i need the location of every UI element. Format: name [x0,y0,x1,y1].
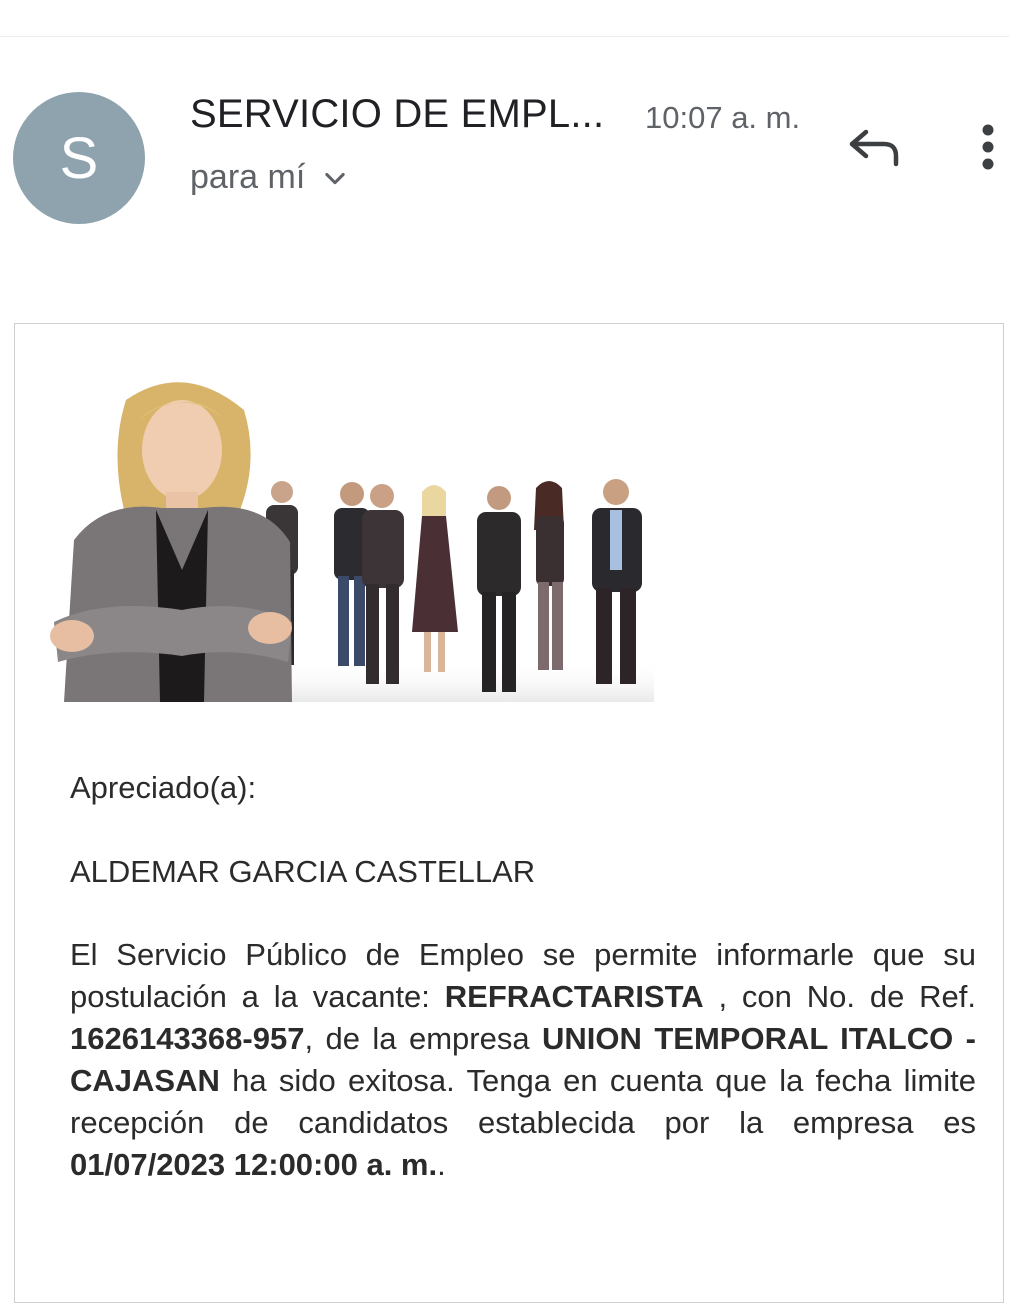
body-text-5: . [437,1147,446,1182]
reference-number: 1626143368-957 [70,1021,305,1056]
message-body: El Servicio Público de Empleo se permite… [70,934,976,1186]
greeting: Apreciado(a): [70,770,257,805]
message-time: 10:07 a. m. [645,100,801,135]
body-text-2: , con No. de Ref. [703,979,977,1014]
vacancy-name: REFRACTARISTA [444,979,704,1014]
chevron-down-icon [325,172,345,184]
deadline-date: 01/07/2023 12:00:00 a. m. [70,1147,438,1182]
more-vert-icon[interactable] [968,118,1008,178]
sender-avatar[interactable]: S [13,92,145,224]
avatar-letter: S [59,125,99,191]
reply-icon[interactable] [844,122,904,172]
sender-name[interactable]: SERVICIO DE EMPL... [190,92,604,137]
top-divider [0,36,1009,37]
candidate-name: ALDEMAR GARCIA CASTELLAR [70,854,536,889]
business-team-image [50,382,654,702]
body-text-3: , de la empresa [304,1021,543,1056]
recipient-details-toggle[interactable]: para mí [190,158,349,197]
recipient-label: para mí [190,158,306,196]
